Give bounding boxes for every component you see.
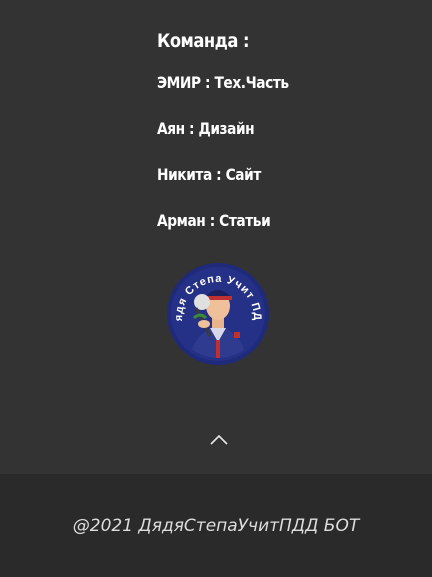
page: Команда : ЭМИР : Тех.Часть Аян : Дизайн … (0, 0, 432, 577)
team-block: Команда : ЭМИР : Тех.Часть Аян : Дизайн … (157, 28, 310, 256)
logo: Дядя Степа Учит ПДД (162, 253, 270, 366)
scroll-to-top-button[interactable] (207, 431, 231, 449)
team-member-arman: Арман : Статьи (157, 211, 271, 230)
team-member-emir: ЭМИР : Тех.Часть (157, 73, 289, 92)
team-title: Команда : (157, 30, 250, 52)
copyright-text: @2021 ДядяСтепаУчитПДД БОТ (72, 516, 360, 536)
uncle-styopa-logo-icon: Дядя Степа Учит ПДД (162, 253, 269, 365)
footer: @2021 ДядяСтепаУчитПДД БОТ (0, 474, 432, 577)
main-section: Команда : ЭМИР : Тех.Часть Аян : Дизайн … (0, 0, 432, 474)
team-member-nikita: Никита : Сайт (157, 165, 261, 184)
chevron-up-icon (210, 434, 228, 445)
team-member-ayan: Аян : Дизайн (157, 119, 255, 138)
